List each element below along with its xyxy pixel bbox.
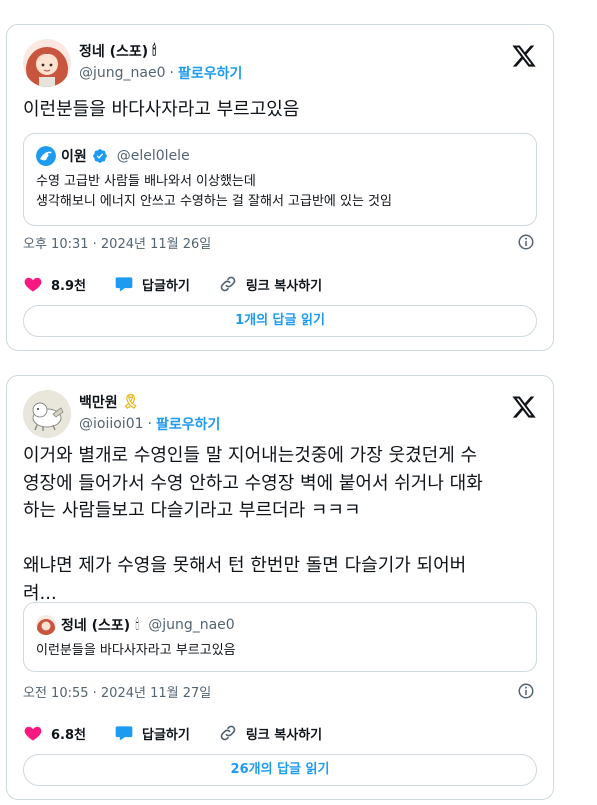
yellow-ribbon-icon: 🎗 xyxy=(121,394,140,410)
author-name[interactable]: 백만원 xyxy=(79,392,118,412)
author-name[interactable]: 정네 (스포) xyxy=(79,41,148,61)
quoted-author-handle: @elel0lele xyxy=(116,148,190,164)
link-icon xyxy=(220,276,236,292)
tweet-timestamp-row: 오후 10:31 · 2024년 11월 26일 xyxy=(23,233,537,253)
action-bar: 6.8천 답글하기 링크 복사하기 xyxy=(23,722,537,744)
quoted-tweet-text: 이런분들을 바다사자라고 부르고있음 xyxy=(36,643,236,658)
like-count: 6.8천 xyxy=(51,727,86,743)
tweet-text: 이런분들을 바다사자라고 부르고있음 xyxy=(23,99,300,120)
info-icon[interactable] xyxy=(517,682,535,700)
action-bar: 8.9천 답글하기 링크 복사하기 xyxy=(23,273,537,295)
quoted-tweet[interactable]: 이원 @elel0lele 수영 고급반 사람들 배나와서 이상했는데 생각해보… xyxy=(23,133,537,226)
like-count: 8.9천 xyxy=(51,278,86,294)
author-handle[interactable]: @jung_nae0 xyxy=(79,65,166,81)
reply-label: 답글하기 xyxy=(142,727,190,743)
speech-bubble-icon xyxy=(115,726,133,741)
author-handle-line: @ioiioi01 · 팔로우하기 xyxy=(79,414,220,434)
quoted-avatar xyxy=(36,146,56,166)
heart-icon xyxy=(24,277,42,292)
author-handle-line: @jung_nae0 · 팔로우하기 xyxy=(79,63,242,83)
avatar[interactable] xyxy=(23,390,71,438)
quoted-author-name: 이원 xyxy=(61,149,87,165)
link-icon xyxy=(220,725,236,741)
read-replies-button[interactable]: 26개의 답글 읽기 xyxy=(23,754,537,786)
verified-badge-icon xyxy=(92,149,107,163)
copy-link-label: 링크 복사하기 xyxy=(245,727,323,743)
quoted-author-handle: @jung_nae0 xyxy=(148,617,235,633)
author-handle[interactable]: @ioiioi01 xyxy=(79,416,144,432)
quoted-tweet[interactable]: 정네 (스포) 🕯 @jung_nae0 이런분들을 바다사자라고 부르고있음 xyxy=(23,602,537,672)
read-replies-button[interactable]: 1개의 답글 읽기 xyxy=(23,305,537,337)
tweet-header: 정네 (스포) 🕯 @jung_nae0 · 팔로우하기 xyxy=(23,39,537,87)
copy-link-label: 링크 복사하기 xyxy=(245,278,323,294)
speech-bubble-icon xyxy=(115,277,133,292)
tweet-card[interactable]: 백만원 🎗 @ioiioi01 · 팔로우하기 이거와 별개로 수영인들 말 지… xyxy=(6,375,554,800)
reply-label: 답글하기 xyxy=(142,278,190,294)
follow-button[interactable]: 팔로우하기 xyxy=(156,414,220,434)
tweet-timestamp[interactable]: 오후 10:31 · 2024년 11월 26일 xyxy=(23,237,211,252)
candle-icon: 🕯 xyxy=(152,43,157,59)
reply-button[interactable]: 답글하기 xyxy=(114,274,190,294)
author-name-line[interactable]: 백만원 🎗 xyxy=(79,392,139,412)
quoted-author-name: 정네 (스포) xyxy=(61,618,131,634)
copy-link-button[interactable]: 링크 복사하기 xyxy=(218,723,322,743)
tweet-header: 백만원 🎗 @ioiioi01 · 팔로우하기 xyxy=(23,390,537,438)
copy-link-button[interactable]: 링크 복사하기 xyxy=(218,274,322,294)
author-name-line[interactable]: 정네 (스포) 🕯 xyxy=(79,41,156,61)
x-logo-icon[interactable] xyxy=(511,43,537,69)
reply-button[interactable]: 답글하기 xyxy=(114,723,190,743)
tweet-text: 이거와 별개로 수영인들 말 지어내는것중에 가장 웃겼던게 수 영장에 들어가… xyxy=(23,445,483,604)
tweet-timestamp[interactable]: 오전 10:55 · 2024년 11월 27일 xyxy=(23,686,211,701)
tweet-timestamp-row: 오전 10:55 · 2024년 11월 27일 xyxy=(23,682,537,702)
info-icon[interactable] xyxy=(517,233,535,251)
tweet-card[interactable]: 정네 (스포) 🕯 @jung_nae0 · 팔로우하기 이런분들을 바다사자라… xyxy=(6,24,554,351)
quoted-tweet-header: 정네 (스포) 🕯 @jung_nae0 xyxy=(36,613,524,637)
quoted-avatar xyxy=(36,615,56,635)
separator-dot: · xyxy=(169,65,174,81)
avatar[interactable] xyxy=(23,39,71,87)
quoted-tweet-text: 수영 고급반 사람들 배나와서 이상했는데 생각해보니 에너지 안쓰고 수영하는… xyxy=(36,174,392,209)
heart-icon xyxy=(24,726,42,741)
like-button[interactable]: 8.9천 xyxy=(23,274,86,294)
separator-dot: · xyxy=(147,416,152,432)
like-button[interactable]: 6.8천 xyxy=(23,723,86,743)
quoted-tweet-header: 이원 @elel0lele xyxy=(36,144,524,168)
candle-icon: 🕯 xyxy=(135,617,140,633)
follow-button[interactable]: 팔로우하기 xyxy=(178,63,242,83)
x-logo-icon[interactable] xyxy=(511,394,537,420)
